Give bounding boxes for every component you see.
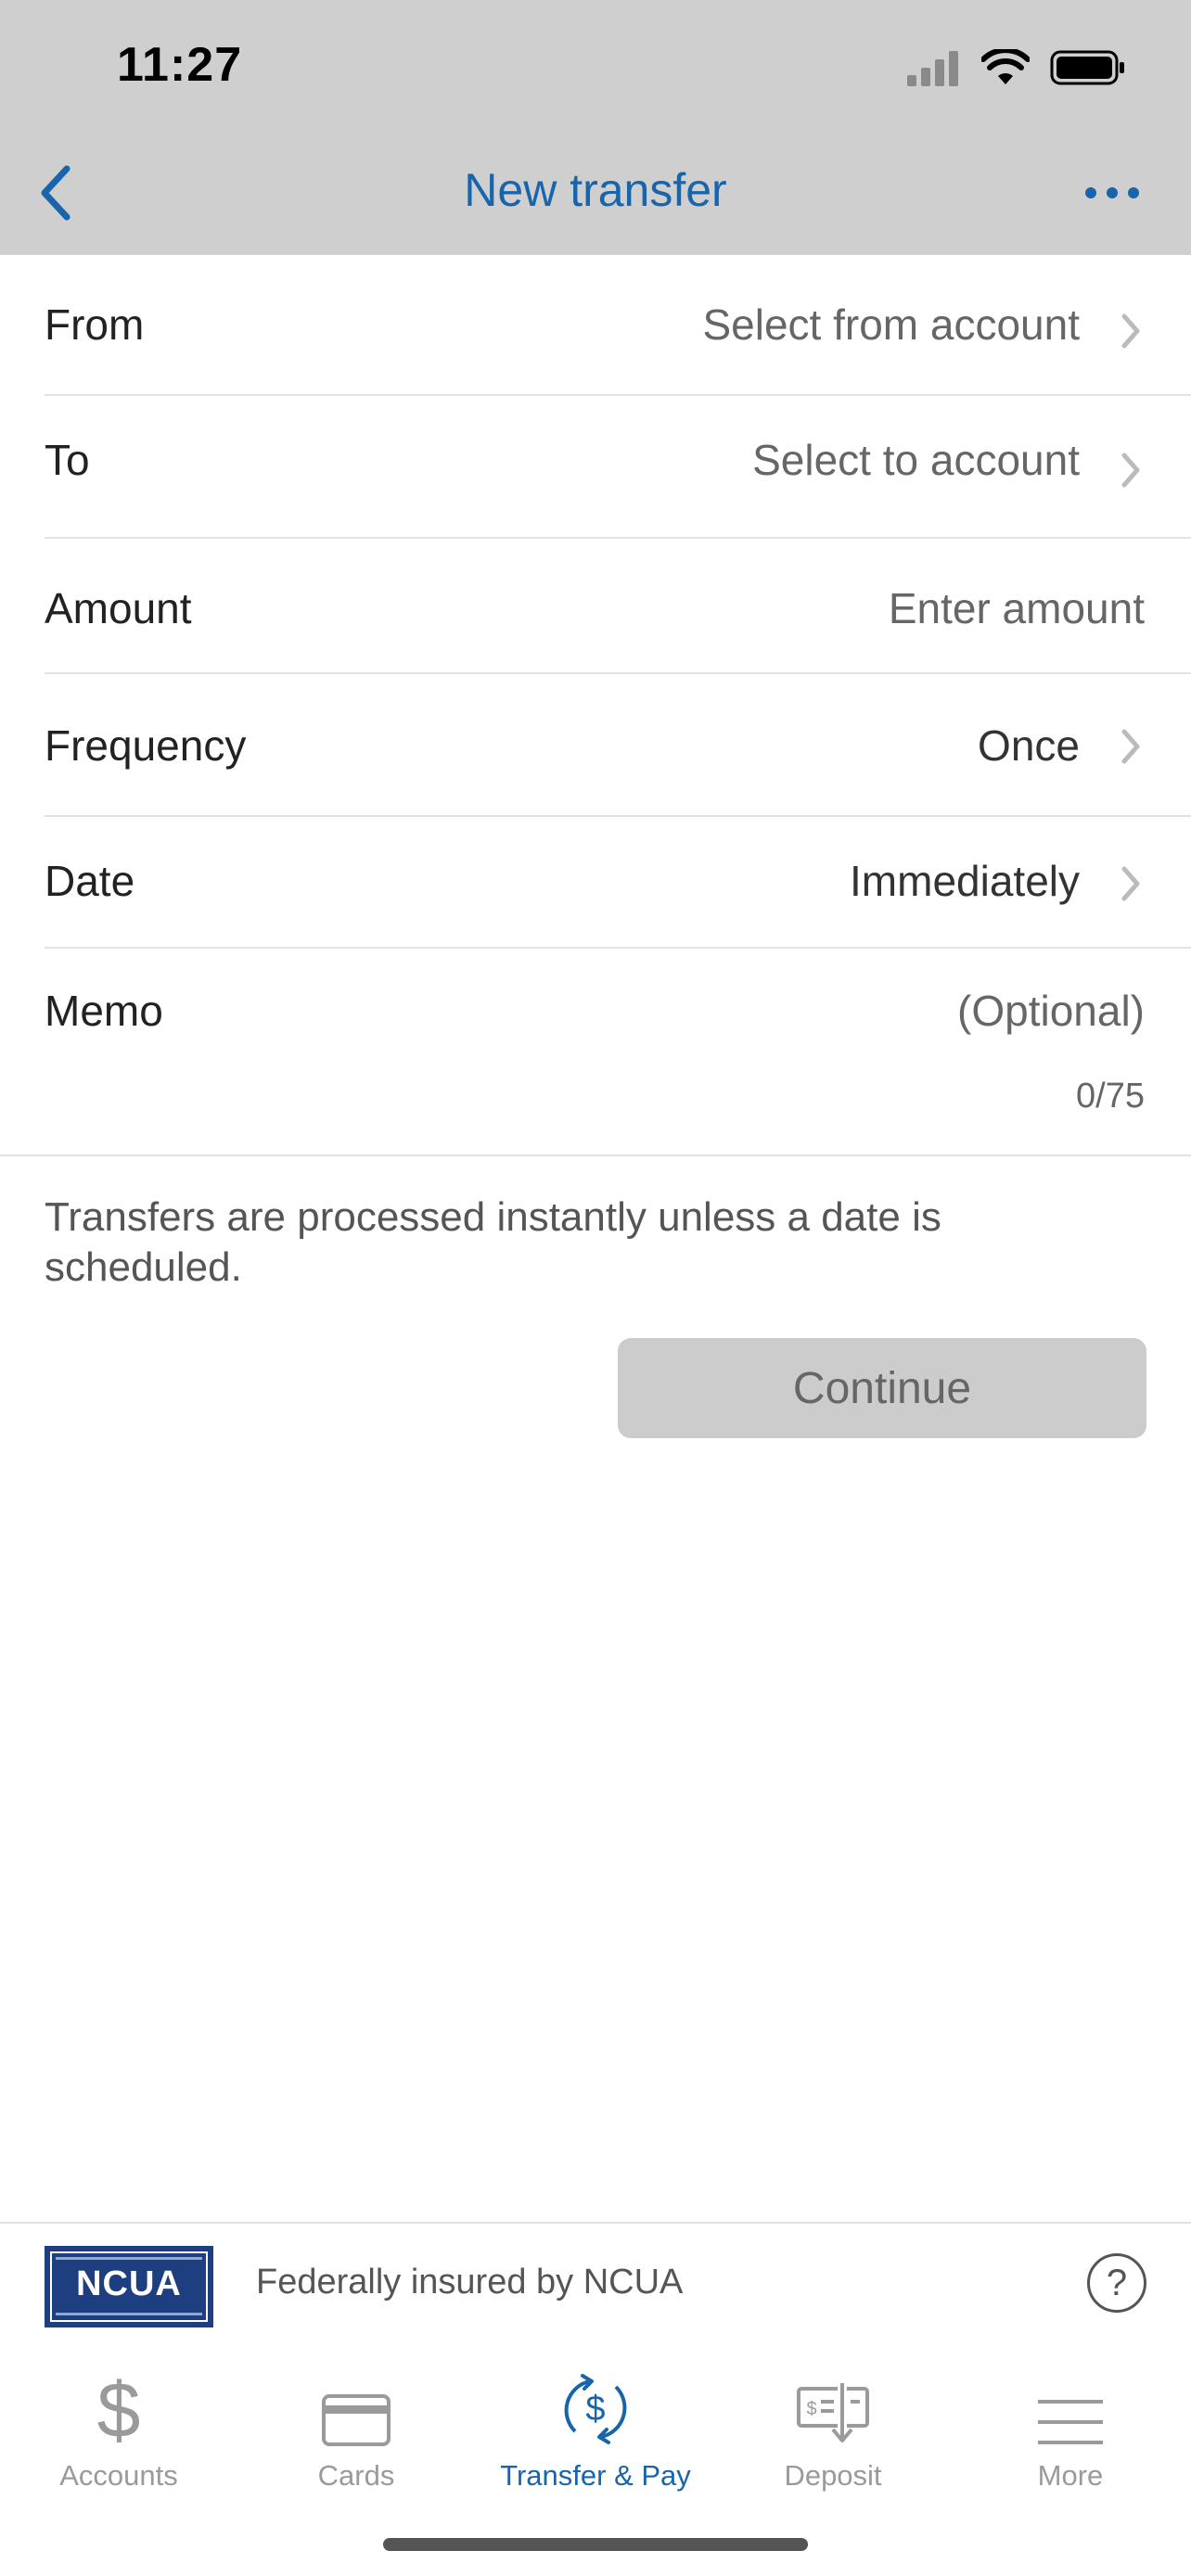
amount-label: Amount [45,584,192,632]
svg-text:$: $ [585,2390,605,2429]
svg-text:$: $ [97,2368,141,2446]
wifi-icon [981,49,1030,84]
from-row[interactable]: From Select from account [45,255,1191,396]
status-icons [907,45,1126,91]
amount-row[interactable]: Amount Enter amount [45,539,1191,674]
tab-label: Deposit [784,2459,882,2492]
date-row[interactable]: Date Immediately [45,817,1191,949]
to-label: To [45,436,90,484]
help-button[interactable]: ? [1087,2253,1146,2313]
chevron-right-icon [1121,453,1140,488]
transfer-info-note: Transfers are processed instantly unless… [45,1194,941,1290]
from-account-value: Select from account [702,300,1080,349]
tab-label: More [1037,2459,1104,2492]
dollar-icon: $ [82,2368,156,2446]
to-row[interactable]: To Select to account [45,396,1191,539]
tab-label: Cards [317,2459,395,2492]
date-label: Date [45,857,135,905]
memo-input[interactable]: (Optional) [957,986,1145,1036]
page-title: New transfer [464,164,727,216]
battery-icon [1050,50,1124,85]
more-options-button[interactable] [1070,165,1154,221]
date-value: Immediately [850,857,1080,905]
transfer-pay-icon: $ [558,2372,633,2446]
frequency-label: Frequency [45,721,247,770]
status-time: 11:27 [117,38,243,92]
from-label: From [45,300,145,349]
tab-cards[interactable]: Cards [237,2363,475,2493]
chevron-right-icon [1121,729,1140,764]
amount-input[interactable]: Enter amount [889,583,1145,633]
ncua-logo: NCUA [45,2246,213,2327]
insurance-banner: NCUA Federally insured by NCUA ? [0,2222,1191,2346]
ncua-logo-text: NCUA [76,2264,182,2303]
tab-accounts[interactable]: $ Accounts [0,2363,237,2493]
tab-label: Transfer & Pay [500,2459,691,2492]
cellular-signal-icon [907,51,958,86]
to-account-value: Select to account [752,436,1080,484]
ellipsis-icon [1085,187,1139,198]
header: 11:27 New transfer [0,0,1191,255]
memo-label: Memo [45,987,163,1035]
tab-label: Accounts [59,2459,178,2492]
chevron-right-icon [1121,313,1140,349]
insurance-text: Federally insured by NCUA [256,2263,684,2302]
menu-icon [1033,2372,1108,2446]
continue-button[interactable]: Continue [618,1338,1146,1438]
memo-row[interactable]: Memo (Optional) 0/75 [0,949,1191,1156]
tab-transfer-pay[interactable]: $ Transfer & Pay [477,2363,714,2493]
tab-deposit[interactable]: $ Deposit [714,2363,952,2493]
tab-more[interactable]: More [952,2363,1189,2493]
memo-char-counter: 0/75 [1076,1077,1145,1116]
check-deposit-icon: $ [796,2372,870,2446]
card-icon [319,2372,393,2446]
home-indicator [383,2538,808,2551]
chevron-right-icon [1121,866,1140,901]
svg-text:$: $ [806,2399,816,2419]
frequency-row[interactable]: Frequency Once [45,674,1191,817]
frequency-value: Once [978,721,1080,770]
